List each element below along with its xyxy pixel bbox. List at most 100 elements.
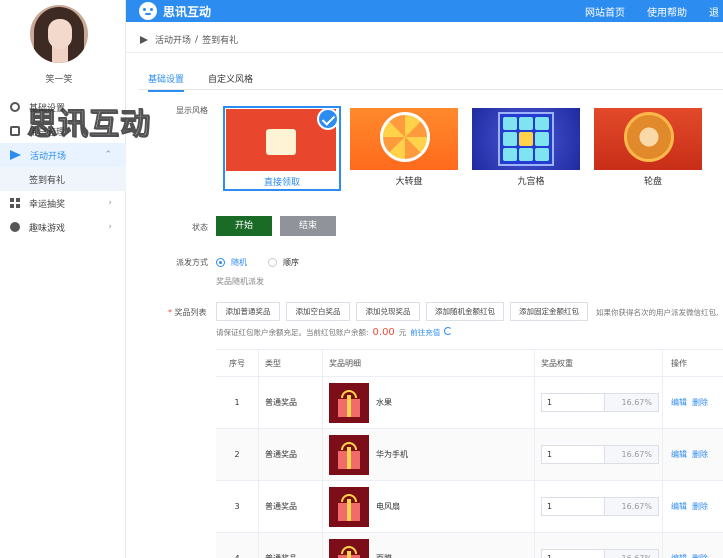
top-header: 思讯互动 网站首页 使用帮助 退 [126, 0, 723, 22]
weight-input[interactable]: 1 [542, 550, 604, 558]
header-cell: 类型 [259, 350, 323, 376]
weight-input[interactable]: 1 [542, 498, 604, 515]
prize-hint: 如果你获得名次的用户派发微信红包, [596, 308, 719, 317]
sidebar-item-checkin-gift[interactable]: 签到有礼 [0, 167, 126, 191]
row-type: 普通奖品 [259, 429, 323, 480]
delete-link[interactable]: 删除 [692, 553, 708, 558]
radio-random[interactable]: 随机 [216, 257, 247, 268]
add-blank-prize-button[interactable]: 添加空白奖品 [286, 302, 350, 321]
sidebar: 笑一笑 基础设置 用户管理 活动开场 ⌃ 签到有礼 幸运抽奖 › 趣味游戏 › [0, 0, 126, 558]
style-preview-image [594, 108, 702, 170]
row-prize: 水果 [323, 377, 535, 428]
prize-name: 华为手机 [376, 450, 408, 459]
prize-list-label: * 奖品列表 [168, 308, 207, 317]
distribution-hint: 奖品随机派发 [216, 277, 264, 286]
prize-name: 水果 [376, 398, 392, 407]
row-actions: 编辑删除 [663, 429, 723, 480]
sidebar-item-label: 活动开场 [30, 151, 67, 162]
add-normal-prize-button[interactable]: 添加普通奖品 [216, 302, 280, 321]
status-label: 状态 [192, 223, 208, 232]
row-number: 1 [216, 377, 259, 428]
username: 笑一笑 [45, 75, 73, 85]
weight-input[interactable]: 1 [542, 446, 604, 463]
row-type: 普通奖品 [259, 377, 323, 428]
radio-label: 顺序 [283, 258, 299, 267]
sidebar-item-label: 幸运抽奖 [29, 199, 66, 210]
table-row: 2 普通奖品 华为手机 1 16.67% 编辑 删除 [216, 429, 723, 481]
header-cell: 奖品权重 [535, 350, 663, 376]
row-actions: 编辑删除 [663, 481, 723, 532]
refresh-icon[interactable] [444, 327, 453, 335]
weight-input[interactable]: 1 [542, 394, 604, 411]
style-preview-image [472, 108, 580, 170]
delete-link[interactable]: 删除 [692, 501, 708, 512]
row-type: 普通奖品 [259, 533, 323, 558]
prize-table: 序号 类型 奖品明细 奖品权重 操作 1 普通奖品 水果 1 16.67% 编辑删… [216, 349, 723, 558]
sidebar-item-lucky-draw[interactable]: 幸运抽奖 › [0, 191, 126, 215]
grid-icon [10, 198, 20, 208]
prize-name: 电风扇 [376, 502, 400, 511]
row-prize: 电风扇 [323, 481, 535, 532]
row-weight: 116.67% [535, 429, 663, 480]
weight-percent: 16.67% [604, 498, 658, 515]
home-link[interactable]: 网站首页 [585, 4, 625, 19]
sidebar-item-activity[interactable]: 活动开场 ⌃ [0, 143, 126, 167]
row-number: 2 [216, 429, 259, 480]
gamepad-icon [10, 222, 20, 232]
edit-link[interactable]: 编辑 [671, 397, 687, 408]
style-label: 显示风格 [176, 106, 208, 115]
breadcrumb-item[interactable]: 活动开场 [155, 33, 191, 46]
row-actions: 编辑删除 [663, 533, 723, 558]
delete-link[interactable]: 删除 [692, 449, 708, 460]
status-start-button[interactable]: 开始 [216, 216, 272, 236]
row-weight: 116.67% [535, 533, 663, 558]
check-icon [317, 108, 339, 130]
chevron-right-icon: › [108, 198, 112, 208]
radio-dot [216, 258, 225, 267]
distribution-label: 派发方式 [176, 258, 208, 267]
help-link[interactable]: 使用帮助 [647, 4, 687, 19]
style-caption: 直接领取 [263, 178, 300, 188]
logo-icon [139, 2, 157, 20]
weight-percent: 16.67% [604, 446, 658, 463]
sidebar-item-fun-games[interactable]: 趣味游戏 › [0, 215, 126, 239]
edit-link[interactable]: 编辑 [671, 501, 687, 512]
recharge-link[interactable]: 前往充值 [410, 327, 440, 338]
add-fixed-redpacket-button[interactable]: 添加固定金额红包 [510, 302, 588, 321]
edit-link[interactable]: 编辑 [671, 449, 687, 460]
logout-link[interactable]: 退 [709, 4, 723, 19]
paper-plane-icon [140, 35, 148, 44]
bag-icon [10, 126, 20, 136]
add-redeem-prize-button[interactable]: 添加兑现奖品 [356, 302, 420, 321]
balance-unit: 元 [398, 328, 407, 337]
row-actions: 编辑删除 [663, 377, 723, 428]
watermark-text: 思讯互动 [27, 107, 151, 143]
style-caption: 九宫格 [517, 177, 545, 187]
gift-image [329, 486, 369, 527]
style-card-wheel[interactable]: 大转盘 [350, 108, 468, 187]
radio-dot [268, 258, 277, 267]
style-card-ninegrid[interactable]: 九宫格 [472, 108, 590, 187]
table-row: 4 普通奖品 面膜 116.67% 编辑删除 [216, 533, 723, 558]
header-cell: 操作 [663, 350, 723, 376]
weight-percent: 16.67% [604, 394, 658, 411]
avatar[interactable] [30, 5, 88, 63]
radio-sequential[interactable]: 顺序 [268, 257, 299, 268]
radio-label: 随机 [231, 258, 247, 267]
status-end-button[interactable]: 结束 [280, 216, 336, 236]
table-header: 序号 类型 奖品明细 奖品权重 操作 [216, 350, 723, 377]
style-card-roulette[interactable]: 轮盘 [594, 108, 712, 187]
style-card-direct[interactable]: 直接领取 [223, 106, 341, 191]
gift-image [329, 538, 369, 558]
add-random-redpacket-button[interactable]: 添加随机金额红包 [426, 302, 504, 321]
paper-plane-icon [10, 150, 21, 160]
balance-info: 请保证红包账户余额充足。当前红包账户余额: 0.00 元 前往充值 [216, 327, 453, 338]
header-cell: 序号 [216, 350, 259, 376]
divider [126, 52, 723, 53]
chevron-right-icon: › [108, 222, 112, 232]
edit-link[interactable]: 编辑 [671, 553, 687, 558]
row-number: 4 [216, 533, 259, 558]
gift-image [329, 382, 369, 423]
delete-link[interactable]: 删除 [692, 397, 708, 408]
breadcrumb-item: 签到有礼 [202, 36, 239, 46]
